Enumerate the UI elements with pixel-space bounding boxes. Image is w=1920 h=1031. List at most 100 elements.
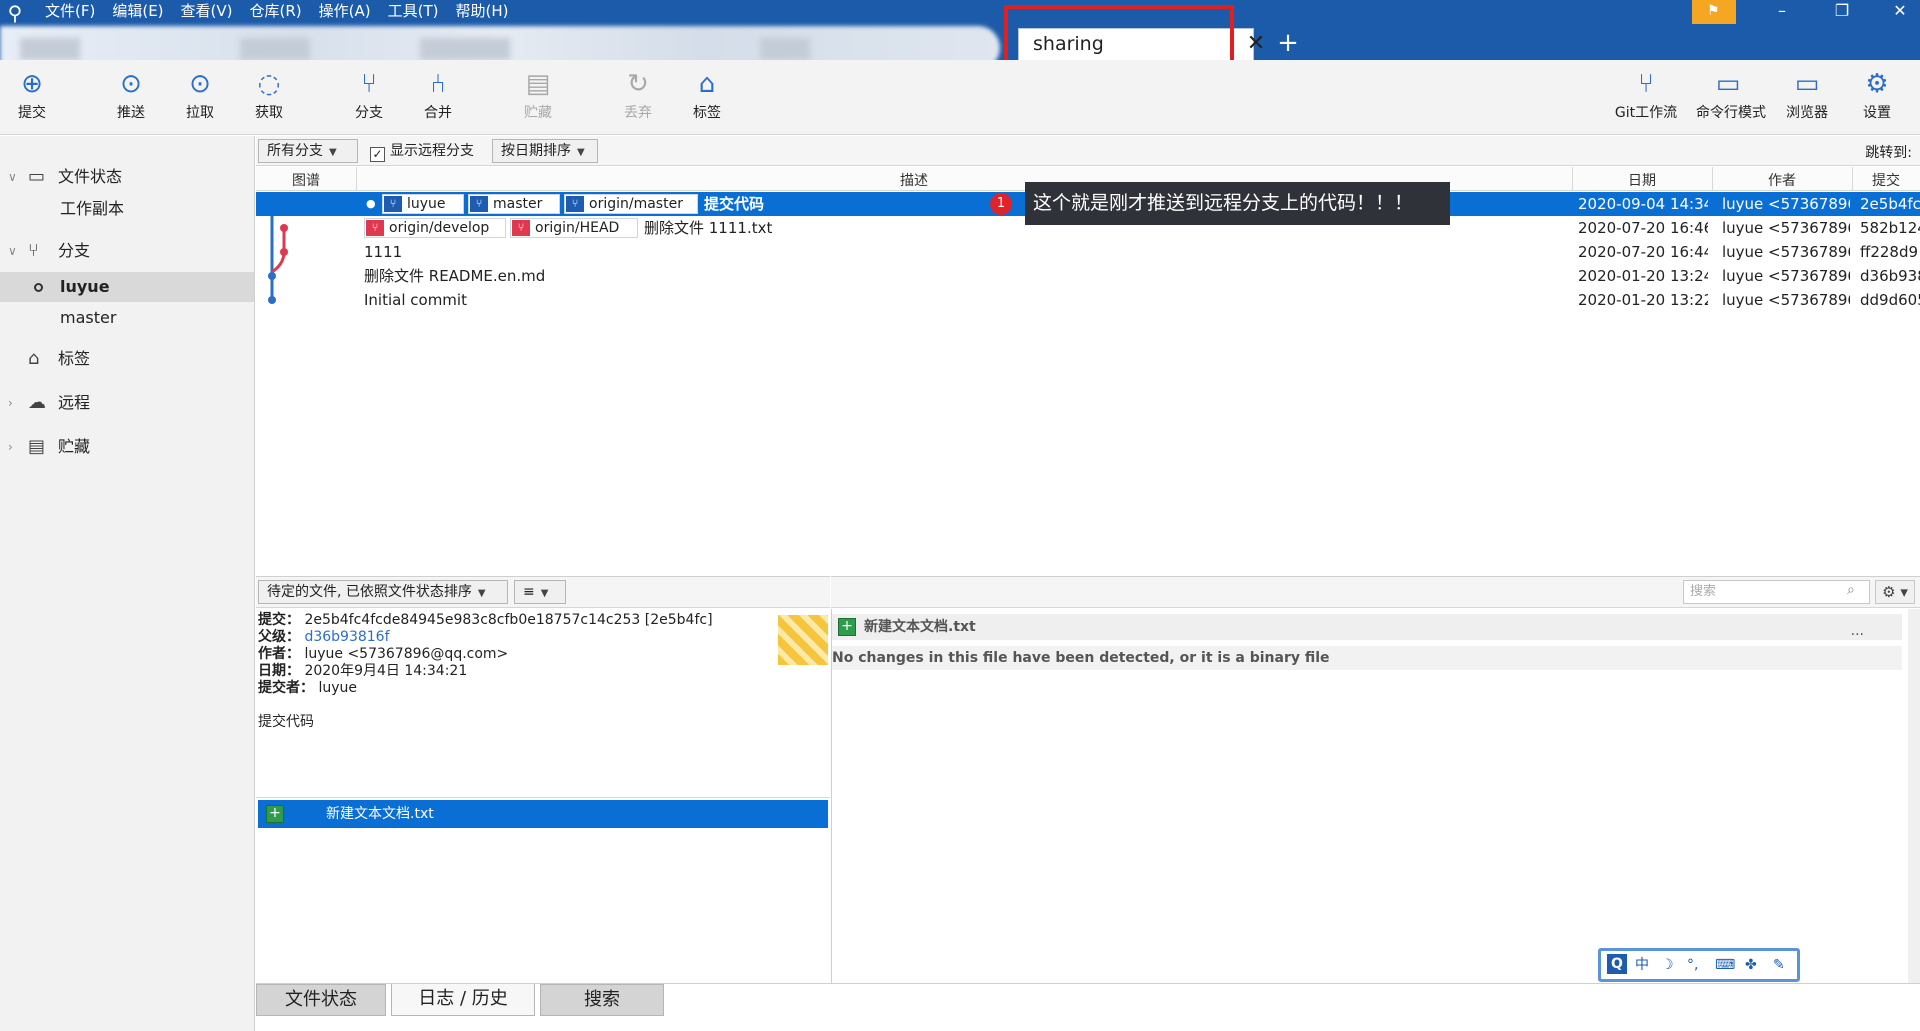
git-flow-icon: ⑂ [1638,69,1654,99]
pending-files-dropdown[interactable]: 待定的文件, 已依照文件状态排序 ▼ [258,580,508,604]
column-graph[interactable]: 图谱 [256,170,356,190]
file-added-icon: + [838,618,856,636]
column-date[interactable]: 日期 [1572,170,1712,190]
show-remote-branches-checkbox[interactable]: ✓ 显示远程分支 [370,142,474,162]
branch-badge-master[interactable]: ⑂ master [468,194,560,214]
merge-button[interactable]: ⑃ 合并 [406,66,470,128]
file-row[interactable]: + 新建文本文档.txt [258,800,828,828]
restore-button[interactable]: ❐ [1822,0,1862,22]
sourcetree-window: ⚲ 文件(F) 编辑(E) 查看(V) 仓库(R) 操作(A) 工具(T) 帮助… [0,0,1920,1031]
menu-tools[interactable]: 工具(T) [388,0,439,22]
list-icon: ≡ [523,584,535,600]
menu-repository[interactable]: 仓库(R) [250,0,302,22]
changed-files-list: + 新建文本文档.txt [256,797,830,983]
sidebar-stashes[interactable]: › ▤ 贮藏 [0,432,254,462]
diff-panel: + 新建文本文档.txt ··· No changes in this file… [831,609,1920,983]
chevron-right-icon[interactable]: › [8,432,13,462]
sidebar-branches[interactable]: ∨ ⑂ 分支 [0,236,254,266]
checkbox-checked-icon[interactable]: ✓ [370,147,385,162]
menu-actions[interactable]: 操作(A) [319,0,371,22]
terminal-button[interactable]: ▭ 命令行模式 [1696,66,1766,128]
commit-author: luyue <57367896 [1722,291,1850,309]
tag-icon: ⌂ [698,69,716,99]
column-commit[interactable]: 提交 [1852,170,1920,190]
commit-list: ● ⑂ luyue ⑂ master ⑂ origin/master 提交代码 202… [256,192,1920,576]
column-author[interactable]: 作者 [1712,170,1852,190]
commit-author: luyue <57367896 [1722,219,1850,237]
stash-button[interactable]: ▤ 贮藏 [506,66,570,128]
branch-icon: ⑂ [361,69,377,99]
commit-date: 2020-01-20 13:22 [1578,291,1708,309]
tab-log-history[interactable]: 日志 / 历史 [391,984,535,1016]
explorer-button[interactable]: ▭ 浏览器 [1775,66,1839,128]
menu-view[interactable]: 查看(V) [181,0,233,22]
branch-badge-origin-master[interactable]: ⑂ origin/master [564,194,698,214]
list-view-dropdown[interactable]: ≡ ▼ [514,580,566,604]
app-logo-icon[interactable]: ⚲ [4,2,26,24]
add-tab-icon[interactable]: + [1275,30,1301,56]
tag-button[interactable]: ⌂ 标签 [675,66,739,128]
ime-toolbar[interactable]: Q 中 ☽ °, ⌨ ✤ ✎ [1598,948,1800,982]
search-icon[interactable]: ⌕ [1847,582,1855,598]
discard-button[interactable]: ↻ 丢弃 [606,66,670,128]
commit-hash: 2e5b4fc [1860,195,1920,213]
diff-scrollbar[interactable] [1908,609,1920,983]
commit-row[interactable]: 删除文件 README.en.md 2020-01-20 13:24 luyue… [256,264,1920,288]
commit-date: 2020-07-20 16:44 [1578,243,1708,261]
keyboard-icon[interactable]: ⌨ [1715,951,1735,979]
more-options-icon[interactable]: ··· [1851,622,1864,648]
branch-icon: ⑂ [28,240,39,261]
tab-file-status[interactable]: 文件状态 [256,984,386,1016]
toolbar: ⊕ 提交 ⊙ 推送 ⊙ 拉取 ◌ 获取 ⑂ 分支 ⑃ 合并 ▤ 贮藏 ↻ 丢弃 [0,60,1920,135]
diff-options-dropdown[interactable]: ⚙ ▾ [1875,580,1915,604]
menu-help[interactable]: 帮助(H) [455,0,508,22]
branch-badge-luyue[interactable]: ⑂ luyue [382,194,464,214]
chevron-right-icon[interactable]: › [8,388,13,418]
punctuation-icon[interactable]: °, [1687,951,1698,979]
close-tab-icon[interactable]: ✕ [1243,31,1269,57]
commit-hash: d36b938 [1860,267,1920,285]
commit-row[interactable]: Initial commit 2020-01-20 13:22 luyue <5… [256,288,1920,312]
minimize-button[interactable]: – [1762,0,1802,22]
menu-edit[interactable]: 编辑(E) [112,0,163,22]
pull-button[interactable]: ⊙ 拉取 [168,66,232,128]
close-window-button[interactable]: ✕ [1880,0,1920,22]
skin-icon[interactable]: ✤ [1745,951,1757,979]
branch-badge-origin-develop[interactable]: ⑂ origin/develop [364,218,506,238]
commit-date: 2020-01-20 13:24 [1578,267,1708,285]
sidebar-tags[interactable]: ⌂ 标签 [0,344,254,374]
branch-button[interactable]: ⑂ 分支 [337,66,401,128]
settings-button[interactable]: ⚙ 设置 [1845,66,1909,128]
ime-logo-icon[interactable]: Q [1607,954,1627,974]
sidebar-file-status[interactable]: ∨ ▭ 文件状态 [0,162,254,192]
jump-to-label[interactable]: 跳转到: [1865,142,1912,162]
moon-icon[interactable]: ☽ [1661,951,1674,979]
date-line: 日期： 2020年9月4日 14:34:21 [258,663,468,679]
sidebar-branch-master[interactable]: master [0,303,254,333]
sort-dropdown[interactable]: 按日期排序 ▼ [492,139,598,163]
chevron-down-icon: ▼ [540,588,549,599]
push-button[interactable]: ⊙ 推送 [99,66,163,128]
search-input[interactable]: 搜索 [1683,580,1870,604]
all-branches-dropdown[interactable]: 所有分支 ▼ [258,139,358,163]
blurred-tab [20,38,80,60]
pending-files-bar: 待定的文件, 已依照文件状态排序 ▼ ≡ ▼ [256,576,830,608]
sidebar-remotes[interactable]: › ☁ 远程 [0,388,254,418]
commit-message: Initial commit [364,291,467,309]
parent-link[interactable]: d36b93816f [304,629,389,645]
arrow-up-circle-icon: ⊙ [120,69,142,99]
chevron-down-icon[interactable]: ∨ [8,236,17,266]
notification-flag-button[interactable]: ⚑ [1692,0,1736,24]
chevron-down-icon[interactable]: ∨ [8,162,17,192]
tab-search[interactable]: 搜索 [540,984,664,1016]
sidebar-working-copy[interactable]: 工作副本 [0,194,254,224]
ime-chinese-mode[interactable]: 中 [1635,951,1649,979]
menu-file[interactable]: 文件(F) [45,0,95,22]
fetch-button[interactable]: ◌ 获取 [237,66,301,128]
sidebar-branch-luyue[interactable]: luyue [0,272,254,302]
commit-button[interactable]: ⊕ 提交 [0,66,64,128]
commit-row[interactable]: 1111 2020-07-20 16:44 luyue <57367896 ff… [256,240,1920,264]
wrench-icon[interactable]: ✎ [1773,951,1785,979]
git-flow-button[interactable]: ⑂ Git工作流 [1614,66,1678,128]
branch-badge-origin-head[interactable]: ⑂ origin/HEAD [510,218,638,238]
